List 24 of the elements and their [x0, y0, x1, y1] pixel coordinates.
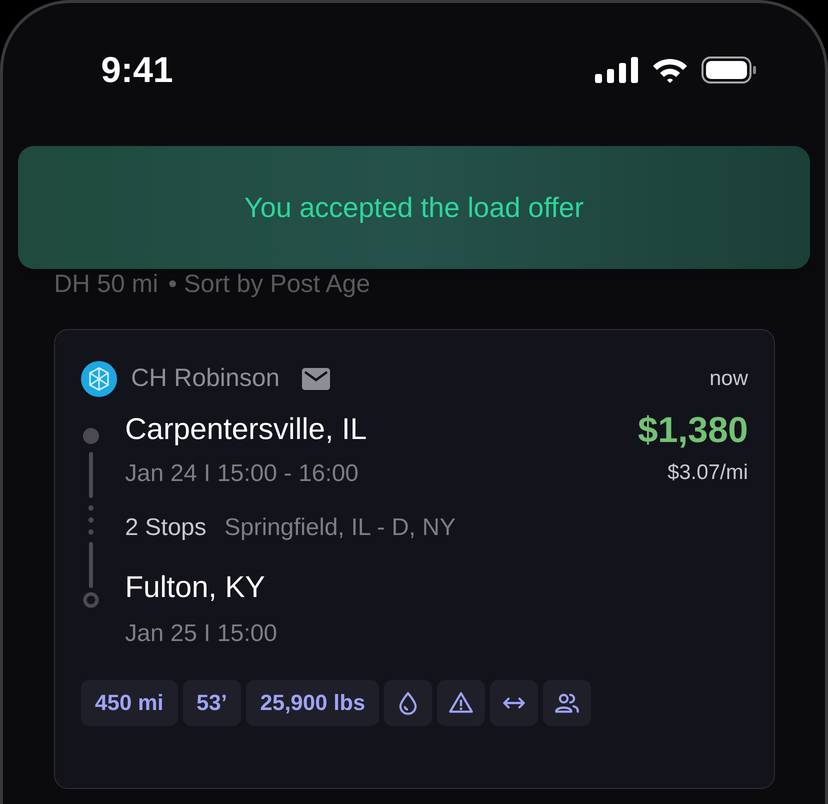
load-card[interactable]: CH Robinson now Carpentersville, IL Jan 24 I 15:00 - 16:00 $1,380 $3.07/mi 2 Stops Springfield, IL - D, NY Fulton, KY Jan 25 I 15:00 450 mi 53’ 25,900 lbs	[54, 329, 775, 789]
battery-icon	[701, 56, 757, 84]
sort-filter[interactable]: • Sort by Post Age	[168, 269, 370, 299]
load-tag: 450 mi	[81, 680, 178, 726]
deadhead-filter[interactable]: DH 50 mi	[54, 269, 158, 299]
broker-logo-icon	[81, 360, 117, 397]
load-tag: 53’	[182, 680, 242, 726]
load-price: $1,380	[638, 408, 748, 452]
signal-icon	[595, 57, 639, 83]
delivery-time: Jan 25 I 15:00	[125, 618, 278, 648]
mail-icon[interactable]	[302, 368, 330, 390]
status-time: 9:41	[101, 48, 174, 92]
post-age: now	[709, 366, 748, 392]
rate-per-mile: $3.07/mi	[667, 460, 748, 486]
toast-message: You accepted the load offer	[244, 190, 584, 225]
warning-icon	[448, 690, 474, 716]
destination-city: Fulton, KY	[125, 570, 266, 606]
load-tag: 25,900 lbs	[246, 680, 380, 726]
stops-via: Springfield, IL - D, NY	[224, 512, 456, 542]
origin-city: Carpentersville, IL	[125, 412, 367, 448]
wifi-icon	[651, 56, 689, 84]
pickup-time: Jan 24 I 15:00 - 16:00	[125, 458, 360, 488]
stops-count: 2 Stops	[125, 512, 206, 542]
broker-name: CH Robinson	[131, 363, 280, 394]
